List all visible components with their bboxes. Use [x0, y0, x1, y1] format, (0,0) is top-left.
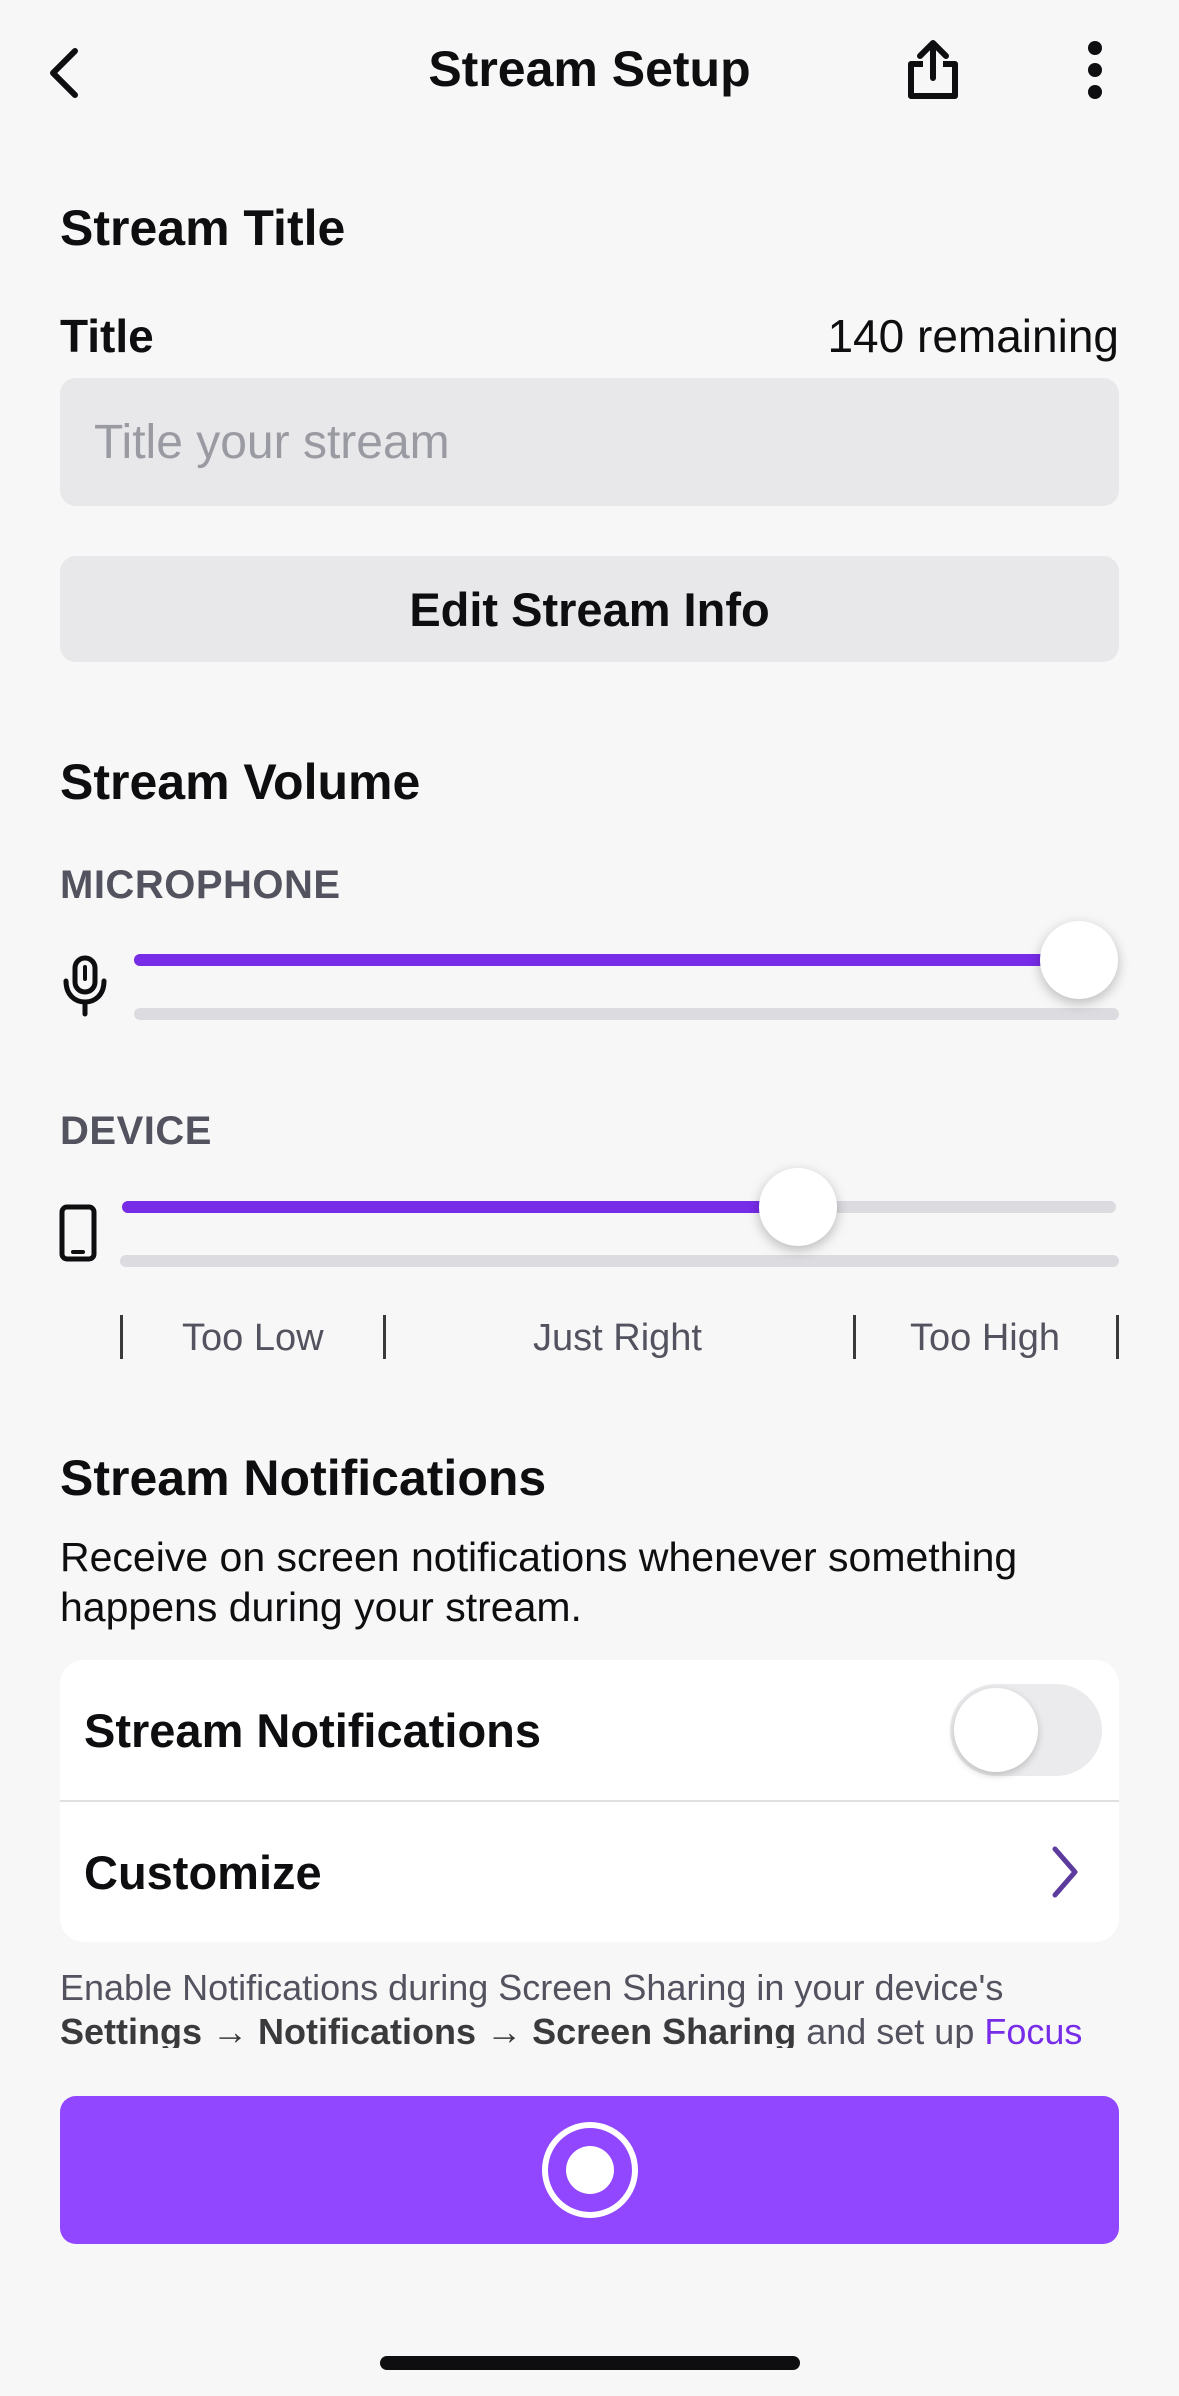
device-label: DEVICE — [60, 1109, 212, 1153]
customize-label: Customize — [84, 1845, 322, 1899]
page-title: Stream Setup — [428, 41, 751, 97]
device-slider-fill — [122, 1201, 798, 1213]
focus-link[interactable]: Focus — [984, 2011, 1082, 2048]
more-options-button[interactable] — [1060, 30, 1130, 110]
scale-label-too-high: Too High — [910, 1317, 1060, 1359]
scale-label-just-right: Just Right — [533, 1317, 702, 1359]
stream-notifications-heading: Stream Notifications — [60, 1450, 547, 1506]
microphone-slider-fill — [134, 954, 1079, 966]
header: Stream Setup — [0, 0, 1179, 130]
notifications-card: Stream Notifications Customize — [60, 1660, 1119, 1942]
stream-notifications-toggle[interactable] — [950, 1684, 1102, 1776]
microphone-level-meter — [134, 1008, 1119, 1020]
footnote-middle: and set up — [806, 2011, 975, 2048]
volume-scale: Too Low Just Right Too High — [0, 1310, 1179, 1366]
scale-tick — [1116, 1315, 1119, 1359]
edit-stream-info-button[interactable]: Edit Stream Info — [60, 556, 1119, 662]
footnote-screen-sharing: Screen Sharing — [532, 2011, 797, 2048]
microphone-slider-thumb[interactable] — [1040, 921, 1118, 999]
title-label: Title — [60, 310, 154, 362]
device-slider-thumb[interactable] — [758, 1168, 837, 1246]
start-stream-button[interactable] — [60, 2096, 1119, 2244]
footnote-prefix: Enable Notifications during Screen Shari… — [60, 1967, 1004, 2008]
stream-notifications-label: Stream Notifications — [84, 1703, 542, 1757]
scale-tick — [120, 1315, 123, 1359]
footnote-arrow: → — [212, 2011, 249, 2048]
title-remaining-counter: 140 remaining — [827, 310, 1119, 362]
screen-sharing-footnote: Enable Notifications during Screen Shari… — [60, 1966, 1120, 2048]
stream-notifications-row: Stream Notifications — [60, 1660, 1119, 1800]
record-icon — [541, 2122, 638, 2218]
microphone-icon — [58, 955, 112, 1017]
footnote-notifications: Notifications — [258, 2011, 477, 2048]
share-button[interactable] — [895, 30, 971, 110]
scale-tick — [853, 1315, 856, 1359]
stream-setup-screen: Stream Setup Stream Title Title 140 rema… — [0, 0, 1179, 2396]
chevron-right-icon — [1035, 1842, 1095, 1902]
more-vertical-icon — [1088, 41, 1102, 99]
scale-label-too-low: Too Low — [182, 1317, 324, 1359]
footnote-settings: Settings — [60, 2011, 203, 2048]
toggle-knob — [954, 1688, 1038, 1772]
stream-title-heading: Stream Title — [60, 200, 346, 256]
stream-title-input[interactable] — [60, 378, 1119, 506]
device-level-meter — [120, 1255, 1119, 1267]
home-indicator — [380, 2356, 800, 2370]
scale-tick — [383, 1315, 386, 1359]
footnote-arrow: → — [486, 2011, 523, 2048]
notifications-description: Receive on screen notifications whenever… — [60, 1534, 1018, 1630]
stream-volume-heading: Stream Volume — [60, 754, 421, 810]
phone-icon — [58, 1204, 98, 1262]
share-icon — [908, 40, 958, 99]
microphone-label: MICROPHONE — [60, 863, 341, 907]
customize-row[interactable]: Customize — [60, 1802, 1119, 1942]
